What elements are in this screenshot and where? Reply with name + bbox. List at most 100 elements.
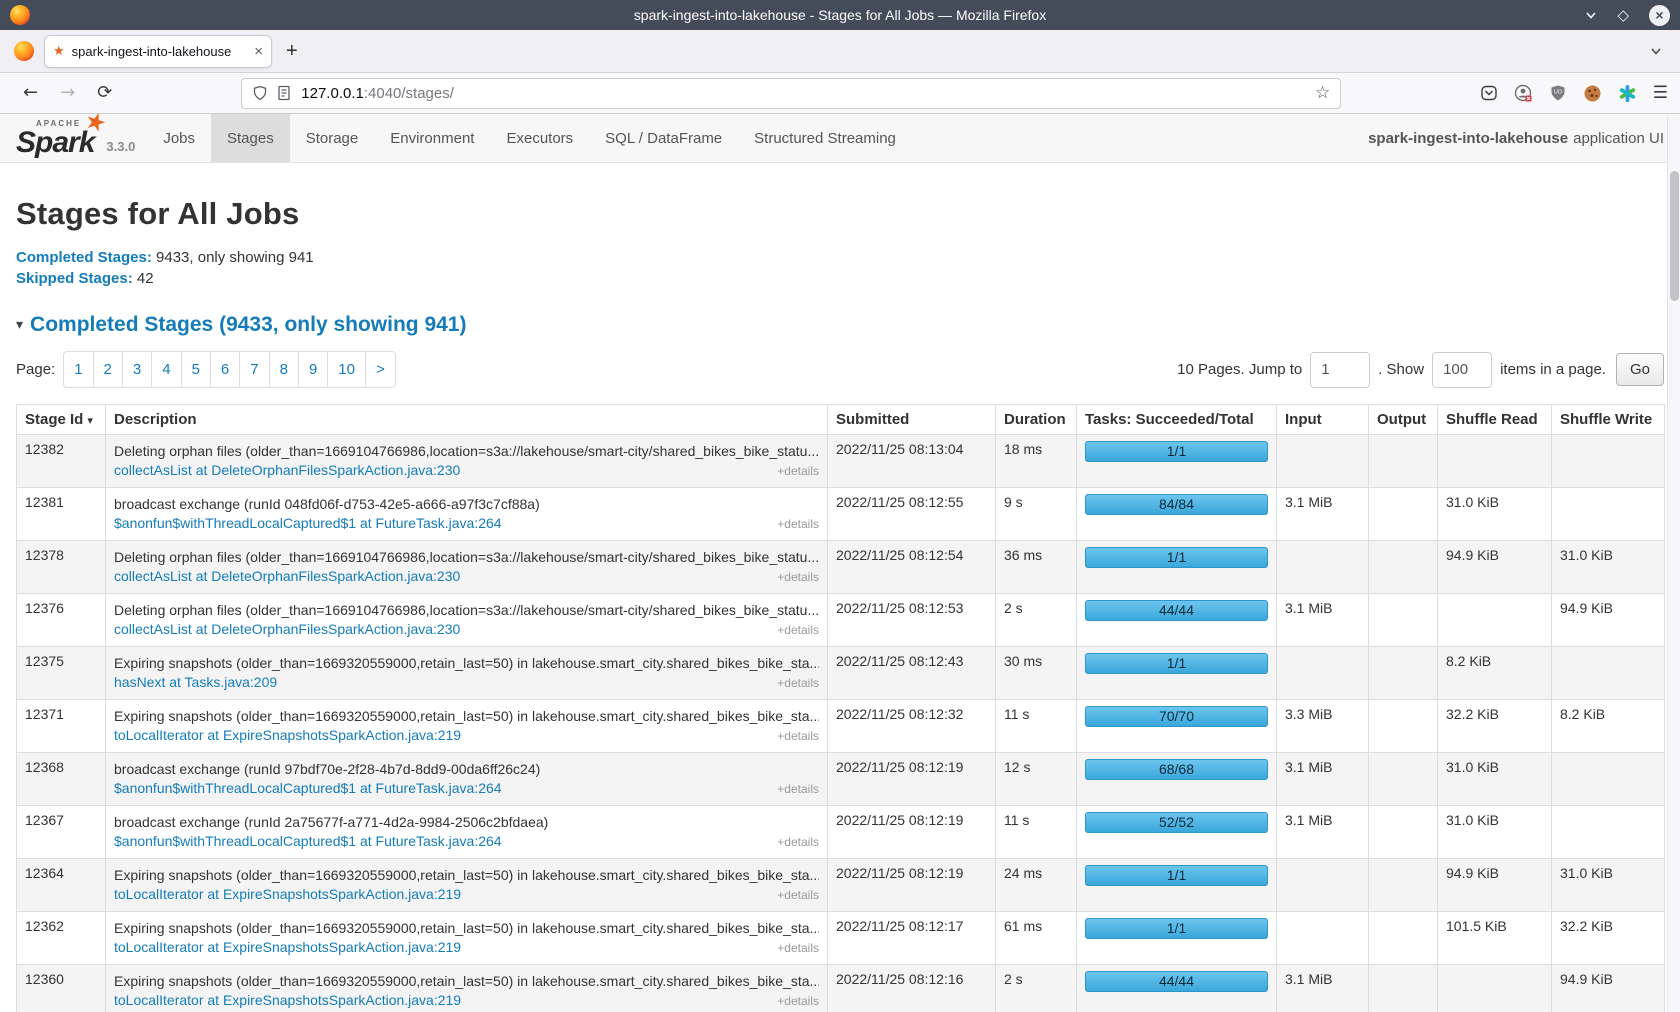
- bookmark-star-icon[interactable]: ☆: [1315, 83, 1330, 103]
- output-cell: [1369, 806, 1438, 859]
- url-path: :4040/stages/: [364, 85, 454, 102]
- details-toggle[interactable]: +details: [777, 886, 819, 905]
- completed-stages-section-header[interactable]: ▾ Completed Stages (9433, only showing 9…: [16, 313, 1664, 337]
- page-number-8[interactable]: 8: [270, 352, 299, 387]
- url-text[interactable]: 127.0.0.1:4040/stages/: [301, 85, 454, 102]
- spark-tab-environment[interactable]: Environment: [374, 114, 490, 162]
- details-toggle[interactable]: +details: [777, 833, 819, 852]
- details-toggle[interactable]: +details: [777, 568, 819, 587]
- stage-callsite-link[interactable]: collectAsList at DeleteOrphanFilesSparkA…: [114, 461, 460, 480]
- firefox-view-icon[interactable]: [14, 41, 34, 61]
- tracking-shield-icon[interactable]: [252, 85, 268, 101]
- tasks-progress-bar: 44/44: [1085, 600, 1268, 621]
- page-number-6[interactable]: 6: [211, 352, 240, 387]
- details-toggle[interactable]: +details: [777, 674, 819, 693]
- column-header-output[interactable]: Output: [1369, 405, 1438, 435]
- cookie-icon[interactable]: [1583, 84, 1602, 103]
- minimize-button[interactable]: [1585, 9, 1597, 21]
- page-number-5[interactable]: 5: [182, 352, 211, 387]
- stage-callsite-link[interactable]: toLocalIterator at ExpireSnapshotsSparkA…: [114, 991, 461, 1010]
- column-header-shuffle-read[interactable]: Shuffle Read: [1438, 405, 1552, 435]
- tasks-progress-bar: 70/70: [1085, 706, 1268, 727]
- new-tab-button[interactable]: +: [286, 40, 298, 63]
- stage-callsite-link[interactable]: $anonfun$withThreadLocalCaptured$1 at Fu…: [114, 779, 502, 798]
- spark-tab-executors[interactable]: Executors: [490, 114, 589, 162]
- details-toggle[interactable]: +details: [777, 727, 819, 746]
- spark-logo[interactable]: APACHE Spark ★ 3.3.0: [0, 114, 147, 162]
- completed-stages-link[interactable]: Completed Stages:: [16, 249, 152, 266]
- details-toggle[interactable]: +details: [777, 515, 819, 534]
- tasks-cell: 68/68: [1077, 753, 1277, 806]
- stage-row: 12376Deleting orphan files (older_than=1…: [17, 594, 1665, 647]
- go-button[interactable]: Go: [1616, 353, 1664, 386]
- reload-button[interactable]: ⟳: [97, 84, 112, 102]
- spark-tab-storage[interactable]: Storage: [290, 114, 375, 162]
- tasks-cell: 1/1: [1077, 435, 1277, 488]
- stage-callsite-link[interactable]: $anonfun$withThreadLocalCaptured$1 at Fu…: [114, 514, 502, 533]
- column-header-shuffle-write[interactable]: Shuffle Write: [1552, 405, 1665, 435]
- description-cell: broadcast exchange (runId 048fd06f-d753-…: [106, 488, 828, 541]
- page-number-9[interactable]: 9: [299, 352, 328, 387]
- stage-id-cell: 12362: [17, 912, 106, 965]
- stage-callsite-link[interactable]: hasNext at Tasks.java:209: [114, 673, 277, 692]
- duration-cell: 18 ms: [996, 435, 1077, 488]
- jump-to-input[interactable]: [1310, 352, 1370, 388]
- list-all-tabs-icon[interactable]: [1650, 45, 1662, 57]
- page-number-4[interactable]: 4: [152, 352, 181, 387]
- shuffle-read-cell: [1438, 594, 1552, 647]
- stage-description: Expiring snapshots (older_than=166932055…: [114, 918, 819, 938]
- ublock-shield-icon[interactable]: UO: [1549, 84, 1567, 102]
- spark-tab-sql-dataframe[interactable]: SQL / DataFrame: [589, 114, 738, 162]
- show-items-input[interactable]: [1432, 352, 1492, 388]
- column-header-description[interactable]: Description: [106, 405, 828, 435]
- spark-tab-jobs[interactable]: Jobs: [147, 114, 211, 162]
- column-header-duration[interactable]: Duration: [996, 405, 1077, 435]
- page-info-icon[interactable]: [277, 85, 291, 101]
- column-header-submitted[interactable]: Submitted: [828, 405, 996, 435]
- page-number-1[interactable]: 1: [64, 352, 93, 387]
- close-tab-icon[interactable]: ×: [254, 43, 263, 60]
- stage-row: 12378Deleting orphan files (older_than=1…: [17, 541, 1665, 594]
- description-cell: Expiring snapshots (older_than=166932055…: [106, 912, 828, 965]
- duration-cell: 11 s: [996, 700, 1077, 753]
- details-toggle[interactable]: +details: [777, 462, 819, 481]
- stage-callsite-link[interactable]: toLocalIterator at ExpireSnapshotsSparkA…: [114, 885, 461, 904]
- column-header-tasks-succeeded-total[interactable]: Tasks: Succeeded/Total: [1077, 405, 1277, 435]
- stage-callsite-link[interactable]: toLocalIterator at ExpireSnapshotsSparkA…: [114, 938, 461, 957]
- menu-hamburger-icon[interactable]: ☰: [1653, 85, 1668, 102]
- page-number-7[interactable]: 7: [240, 352, 269, 387]
- column-header-input[interactable]: Input: [1277, 405, 1369, 435]
- page-number-10[interactable]: 10: [328, 352, 366, 387]
- details-toggle[interactable]: +details: [777, 621, 819, 640]
- page-number-3[interactable]: 3: [123, 352, 152, 387]
- url-bar[interactable]: 127.0.0.1:4040/stages/ ☆: [241, 78, 1341, 109]
- scrollbar-thumb[interactable]: [1670, 171, 1679, 301]
- skipped-stages-link[interactable]: Skipped Stages:: [16, 270, 133, 287]
- stage-id-cell: 12382: [17, 435, 106, 488]
- page-number-2[interactable]: 2: [94, 352, 123, 387]
- stage-callsite-link[interactable]: $anonfun$withThreadLocalCaptured$1 at Fu…: [114, 832, 502, 851]
- pocket-icon[interactable]: [1480, 84, 1498, 102]
- back-button[interactable]: ←: [23, 84, 38, 102]
- details-toggle[interactable]: +details: [777, 939, 819, 958]
- next-page-button[interactable]: >: [366, 352, 395, 387]
- spark-tab-structured-streaming[interactable]: Structured Streaming: [738, 114, 912, 162]
- browser-tab-strip: ★ spark-ingest-into-lakehouse - Stages f…: [0, 30, 1680, 73]
- extension-asterisk-icon[interactable]: [1618, 84, 1637, 103]
- close-window-button[interactable]: ×: [1649, 5, 1670, 26]
- spark-tab-stages[interactable]: Stages: [211, 114, 290, 162]
- details-toggle[interactable]: +details: [777, 992, 819, 1011]
- browser-tab[interactable]: ★ spark-ingest-into-lakehouse - Stages f…: [44, 35, 272, 68]
- account-icon[interactable]: [1514, 84, 1533, 103]
- stage-callsite-link[interactable]: collectAsList at DeleteOrphanFilesSparkA…: [114, 620, 460, 639]
- column-header-stage-id[interactable]: Stage Id▾: [17, 405, 106, 435]
- stage-callsite-link[interactable]: toLocalIterator at ExpireSnapshotsSparkA…: [114, 726, 461, 745]
- stage-callsite-link[interactable]: collectAsList at DeleteOrphanFilesSparkA…: [114, 567, 460, 586]
- maximize-button[interactable]: ◇: [1617, 8, 1629, 23]
- details-toggle[interactable]: +details: [777, 780, 819, 799]
- stage-row: 12367broadcast exchange (runId 2a75677f-…: [17, 806, 1665, 859]
- stage-description: broadcast exchange (runId 97bdf70e-2f28-…: [114, 759, 819, 779]
- shuffle-read-cell: [1438, 435, 1552, 488]
- forward-button[interactable]: →: [60, 84, 75, 102]
- page-scrollbar[interactable]: [1667, 115, 1680, 1012]
